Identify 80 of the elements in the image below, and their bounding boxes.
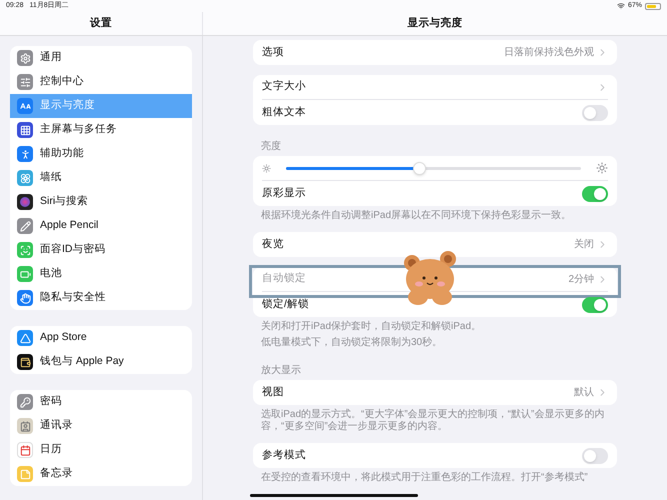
sun-icon — [596, 162, 608, 174]
row-label: 文字大小 — [262, 79, 306, 94]
sidebar-item[interactable]: 主屏幕与多任务 — [10, 118, 192, 142]
sidebar-item-label: 辅助功能 — [40, 146, 84, 162]
contact-card-icon — [17, 418, 33, 434]
section-footer: 选取iPad的显示方式。“更大字体”会显示更大的控制项，“默认”会显示更多的内容，“更多空间”会进一步显示更多的内容。 — [253, 409, 617, 433]
row-value: 默认 — [574, 386, 594, 400]
grid-icon — [17, 122, 33, 138]
section-footer: 低电量模式下，自动锁定将限制为30秒。 — [253, 337, 617, 349]
calendar-icon — [17, 442, 33, 458]
sun-icon — [262, 164, 271, 172]
section-footer: 根据环境光条件自动调整iPad屏幕以在不同环境下保持色彩显示一致。 — [253, 210, 617, 222]
sidebar-item[interactable]: 通用 — [10, 46, 192, 70]
person-icon — [17, 146, 33, 162]
sidebar-item-label: 钱包与 Apple Pay — [40, 354, 124, 370]
toggle-switch[interactable] — [582, 186, 608, 202]
battery-icon — [645, 2, 661, 10]
sidebar-item-label: Siri与搜索 — [40, 194, 88, 210]
page-title: 显示与亮度 — [408, 16, 462, 31]
sidebar-item[interactable]: 隐私与安全性 — [10, 286, 192, 310]
sidebar-item-label: 通讯录 — [40, 418, 73, 434]
sidebar-item[interactable]: 辅助功能 — [10, 142, 192, 166]
note-icon — [17, 466, 33, 482]
gear-icon — [17, 50, 33, 66]
row-label: 锁定/解锁 — [262, 296, 309, 312]
section-header: 亮度 — [260, 140, 282, 154]
row-value: 日落前保持浅色外观 — [504, 46, 594, 60]
row-label: 选项 — [262, 44, 284, 60]
row-label: 原彩显示 — [262, 186, 306, 201]
sidebar-item-label: 电池 — [40, 266, 62, 282]
sidebar-item-label: 主屏幕与多任务 — [40, 122, 117, 138]
hand-icon — [17, 290, 33, 306]
pencil-icon — [17, 218, 33, 234]
row-label: 粗体文本 — [262, 104, 306, 120]
sidebar-item-label: App Store — [40, 330, 87, 346]
sidebar-item-label: 日历 — [40, 442, 62, 458]
sidebar-item[interactable]: 通讯录 — [10, 414, 192, 438]
sidebar-item[interactable]: App Store — [10, 326, 192, 350]
sidebar-item[interactable]: 备忘录 — [10, 462, 192, 486]
key-icon — [17, 394, 33, 410]
row-label: 自动锁定 — [262, 271, 306, 286]
sidebar-item-label: 显示与亮度 — [40, 98, 95, 114]
wallet-icon — [17, 354, 33, 370]
sidebar-item-label: 面容ID与密码 — [40, 242, 106, 258]
sidebar-item[interactable]: 电池 — [10, 262, 192, 286]
sidebar-item[interactable]: 钱包与 Apple Pay — [10, 350, 192, 374]
sidebar-item-label: 备忘录 — [40, 466, 73, 482]
row-label: 夜览 — [262, 236, 284, 252]
toggle-switch[interactable] — [582, 296, 608, 312]
row-label: 视图 — [262, 384, 284, 400]
triangle-icon — [17, 330, 33, 346]
toggle-switch[interactable] — [582, 448, 608, 464]
sidebar-item-label: 密码 — [40, 394, 62, 410]
section-header: 放大显示 — [260, 364, 302, 378]
section-footer: 关闭和打开iPad保护套时，自动锁定和解锁iPad。 — [253, 321, 617, 333]
battery-icon — [17, 266, 33, 282]
sidebar-item[interactable]: 密码 — [10, 390, 192, 414]
sidebar-item-label: 控制中心 — [40, 74, 84, 90]
row-label: 参考模式 — [262, 448, 306, 463]
wifi-icon — [616, 2, 625, 10]
sidebar-item[interactable]: 面容ID与密码 — [10, 238, 192, 262]
sidebar-item[interactable]: 日历 — [10, 438, 192, 462]
sidebar-item[interactable]: Siri与搜索 — [10, 190, 192, 214]
row-value: 2分钟 — [568, 272, 594, 286]
face-scan-icon — [17, 242, 33, 258]
toggle-switch[interactable] — [582, 104, 608, 120]
sidebar-item-label: 隐私与安全性 — [40, 290, 106, 306]
sidebar-item[interactable]: 墙纸 — [10, 166, 192, 190]
sidebar-item[interactable]: 控制中心 — [10, 70, 192, 94]
sidebar-item-label: 通用 — [40, 50, 62, 66]
orb-icon — [17, 194, 33, 210]
sidebar-item-label: 墙纸 — [40, 170, 62, 186]
flower-icon — [17, 170, 33, 186]
sidebar-item[interactable]: Apple Pencil — [10, 214, 192, 238]
sliders-icon — [17, 74, 33, 90]
letters-icon — [17, 98, 33, 114]
row-value: 关闭 — [574, 238, 594, 252]
sidebar-title: 设置 — [90, 16, 112, 31]
section-footer: 在受控的查看环境中，将此模式用于注重色彩的工作流程。打开“参考模式” — [253, 472, 617, 484]
sidebar-item-label: Apple Pencil — [40, 218, 98, 234]
